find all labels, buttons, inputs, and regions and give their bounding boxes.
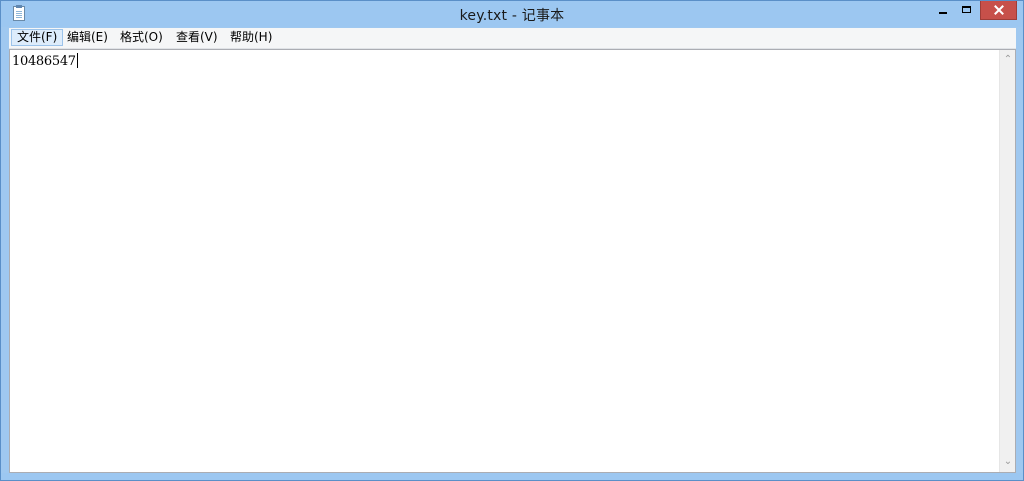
scroll-down-icon[interactable]: ⌄ (1000, 454, 1016, 470)
text-caret (76, 53, 78, 68)
menu-file[interactable]: 文件(F) (11, 29, 64, 46)
minimize-button[interactable] (929, 1, 955, 20)
editor-text-value: 10486547 (12, 54, 76, 69)
notepad-window: key.txt - 记事本 文件(F) 编辑(E) 格式(O) 查看(V) 帮助… (0, 0, 1024, 481)
menu-edit[interactable]: 编辑(E) (62, 29, 113, 46)
close-button[interactable] (980, 1, 1017, 20)
menu-help[interactable]: 帮助(H) (225, 29, 277, 46)
maximize-button[interactable] (955, 1, 980, 20)
text-editor[interactable]: 10486547 ⌃ ⌄ (9, 49, 1016, 473)
window-title: key.txt - 记事本 (459, 8, 565, 24)
menu-format[interactable]: 格式(O) (115, 29, 168, 46)
editor-content[interactable]: 10486547 (12, 53, 78, 69)
window-bottom-border (1, 473, 1023, 480)
vertical-scrollbar[interactable]: ⌃ ⌄ (999, 50, 1015, 472)
title-bar[interactable]: key.txt - 记事本 (1, 1, 1023, 27)
menu-bar: 文件(F) 编辑(E) 格式(O) 查看(V) 帮助(H) (9, 28, 1016, 49)
scroll-up-icon[interactable]: ⌃ (1000, 52, 1016, 68)
menu-view[interactable]: 查看(V) (171, 29, 223, 46)
